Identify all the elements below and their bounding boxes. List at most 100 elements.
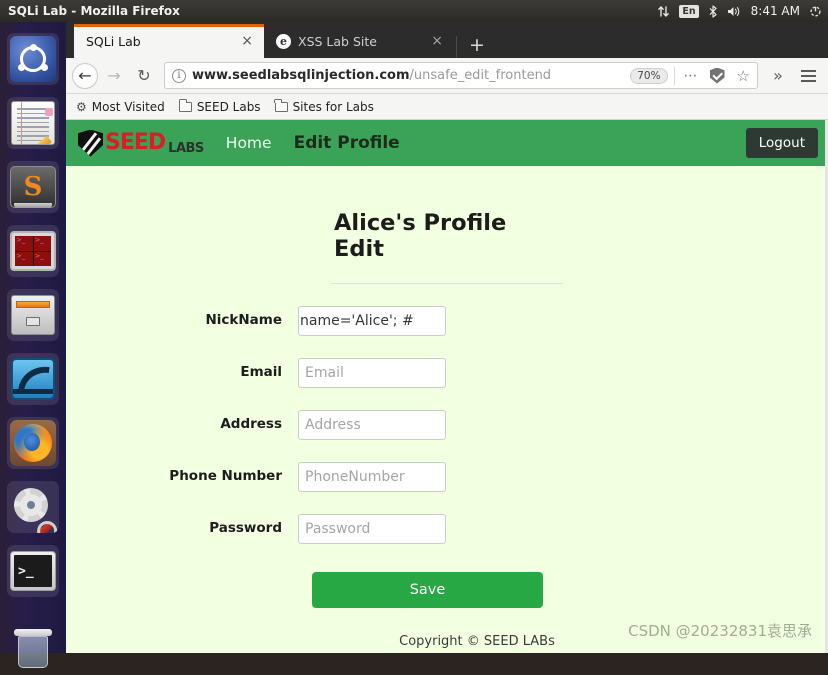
address-label: Address	[220, 416, 282, 432]
trash-icon	[14, 629, 52, 669]
red-terminal-icon	[10, 231, 56, 271]
address-placeholder: Address	[305, 417, 361, 433]
password-placeholder: Password	[305, 521, 371, 537]
url-bar[interactable]: i www.seedlabsqlinjection.com/unsafe_edi…	[164, 62, 758, 89]
form-row-password: Password Password	[66, 514, 828, 544]
url-path: /unsafe_edit_frontend	[409, 68, 552, 83]
tab-title: XSS Lab Site	[298, 33, 377, 49]
forward-arrow-icon[interactable]: →	[100, 62, 128, 90]
ellipsis-icon[interactable]: ⋯	[681, 68, 701, 84]
page-title: Alice's Profile Edit	[334, 210, 507, 262]
volume-icon[interactable]	[727, 5, 742, 18]
nickname-value: name='Alice'; #	[300, 313, 414, 329]
email-input[interactable]: Email	[298, 358, 446, 388]
tab-xss-lab-site[interactable]: e XSS Lab Site ×	[264, 24, 454, 58]
launcher-item-terminal[interactable]: >_	[7, 545, 59, 597]
seedlabs-logo[interactable]: SEED LABS	[78, 129, 204, 157]
launcher-item-trash[interactable]	[7, 623, 59, 675]
launcher-item-text-editor[interactable]	[7, 97, 59, 149]
seed-disk-icon: S	[10, 166, 56, 208]
text-editor-icon	[11, 101, 55, 145]
wireshark-icon	[11, 358, 55, 400]
bluetooth-icon[interactable]	[708, 4, 718, 18]
phone-number-placeholder: PhoneNumber	[305, 469, 405, 485]
bookmark-sites-for-labs[interactable]: Sites for Labs	[274, 98, 374, 114]
system-tray: En 8:41 AM	[657, 4, 822, 18]
form-row-nickname: NickName name='Alice'; #	[66, 306, 828, 336]
tab-strip: SQLi Lab × e XSS Lab Site × +	[66, 22, 828, 58]
bookmark-label: SEED Labs	[196, 99, 261, 114]
power-gear-icon[interactable]	[809, 5, 822, 18]
launcher-item-terminator[interactable]	[7, 225, 59, 277]
bookmark-most-visited[interactable]: ⚙ Most Visited	[76, 100, 165, 114]
brand-labs-text: LABS	[168, 140, 204, 156]
save-row: Save	[66, 572, 828, 608]
network-updown-icon[interactable]	[657, 5, 670, 18]
firefox-icon	[10, 420, 56, 466]
ubuntu-top-panel: SQLi Lab - Mozilla Firefox En 8:41 AM	[0, 0, 828, 22]
form-row-phone-number: Phone Number PhoneNumber	[66, 462, 828, 492]
launcher-item-wireshark[interactable]	[7, 353, 59, 405]
close-icon[interactable]: ×	[429, 34, 445, 48]
tab-title: SQLi Lab	[86, 33, 141, 49]
elgg-e-icon: e	[276, 33, 291, 49]
phone-number-input[interactable]: PhoneNumber	[298, 462, 446, 492]
email-label: Email	[240, 364, 282, 380]
divider	[673, 66, 675, 85]
folder-icon	[274, 98, 288, 112]
password-label: Password	[209, 520, 282, 536]
new-tab-button[interactable]: +	[456, 35, 495, 58]
nav-link-home[interactable]: Home	[226, 134, 272, 152]
email-placeholder: Email	[305, 365, 344, 381]
window-title: SQLi Lab - Mozilla Firefox	[8, 4, 180, 18]
folder-icon	[178, 98, 192, 112]
ubuntu-dash-icon	[10, 36, 56, 82]
address-input[interactable]: Address	[298, 410, 446, 440]
back-arrow-icon[interactable]: ←	[72, 62, 98, 89]
nav-link-edit-profile[interactable]: Edit Profile	[294, 133, 400, 153]
file-manager-icon	[11, 295, 55, 335]
launcher-item-files[interactable]	[7, 289, 59, 341]
hamburger-menu-icon[interactable]	[794, 62, 822, 90]
bookmarks-toolbar: ⚙ Most Visited SEED Labs Sites for Labs	[66, 94, 828, 120]
firefox-window: SQLi Lab × e XSS Lab Site × + ← → ↻ i ww…	[66, 22, 828, 653]
bookmark-label: Sites for Labs	[292, 99, 374, 114]
launcher-item-ubuntu-dash[interactable]	[7, 33, 59, 85]
bookmark-seed-labs[interactable]: SEED Labs	[178, 98, 261, 114]
form-row-email: Email Email	[66, 358, 828, 388]
reload-icon[interactable]: ↻	[130, 62, 158, 90]
info-circle-icon[interactable]: i	[172, 68, 186, 83]
launcher-item-firefox[interactable]	[7, 417, 59, 469]
nickname-label: NickName	[205, 312, 282, 328]
password-input[interactable]: Password	[298, 514, 446, 544]
shield-icon	[78, 129, 103, 157]
logout-button[interactable]: Logout	[745, 128, 818, 158]
launcher-item-system-settings[interactable]	[7, 481, 59, 533]
chevron-double-right-icon[interactable]: »	[764, 62, 792, 90]
clock[interactable]: 8:41 AM	[751, 4, 800, 18]
system-settings-icon	[11, 485, 55, 533]
bookmark-label: Most Visited	[91, 99, 165, 114]
terminal-icon: >_	[10, 551, 56, 591]
profile-edit-form: Alice's Profile Edit NickName name='Alic…	[66, 166, 828, 649]
url-text: www.seedlabsqlinjection.com/unsafe_edit_…	[192, 68, 624, 83]
site-navbar: SEED LABS Home Edit Profile Logout	[66, 120, 828, 166]
close-icon[interactable]: ×	[239, 34, 255, 48]
zoom-level-badge[interactable]: 70%	[630, 67, 668, 84]
url-domain: www.seedlabsqlinjection.com	[192, 68, 410, 83]
gear-icon: ⚙	[76, 99, 87, 114]
web-page-content: SEED LABS Home Edit Profile Logout Alice…	[66, 120, 828, 653]
nickname-input[interactable]: name='Alice'; #	[298, 306, 446, 336]
title-divider	[331, 283, 563, 284]
keyboard-layout-indicator[interactable]: En	[679, 4, 699, 18]
launcher-item-seed-disk[interactable]: S	[7, 161, 59, 213]
form-row-address: Address Address	[66, 410, 828, 440]
navigation-toolbar: ← → ↻ i www.seedlabsqlinjection.com/unsa…	[66, 58, 828, 94]
pocket-shield-icon[interactable]	[709, 67, 725, 84]
unity-launcher: S >_	[0, 22, 66, 668]
csdn-watermark: CSDN @20232831袁思承	[628, 622, 812, 640]
brand-seed-text: SEED	[105, 130, 166, 155]
tab-sqli-lab[interactable]: SQLi Lab ×	[74, 24, 264, 58]
star-icon[interactable]: ☆	[734, 67, 753, 85]
save-button[interactable]: Save	[312, 572, 543, 608]
